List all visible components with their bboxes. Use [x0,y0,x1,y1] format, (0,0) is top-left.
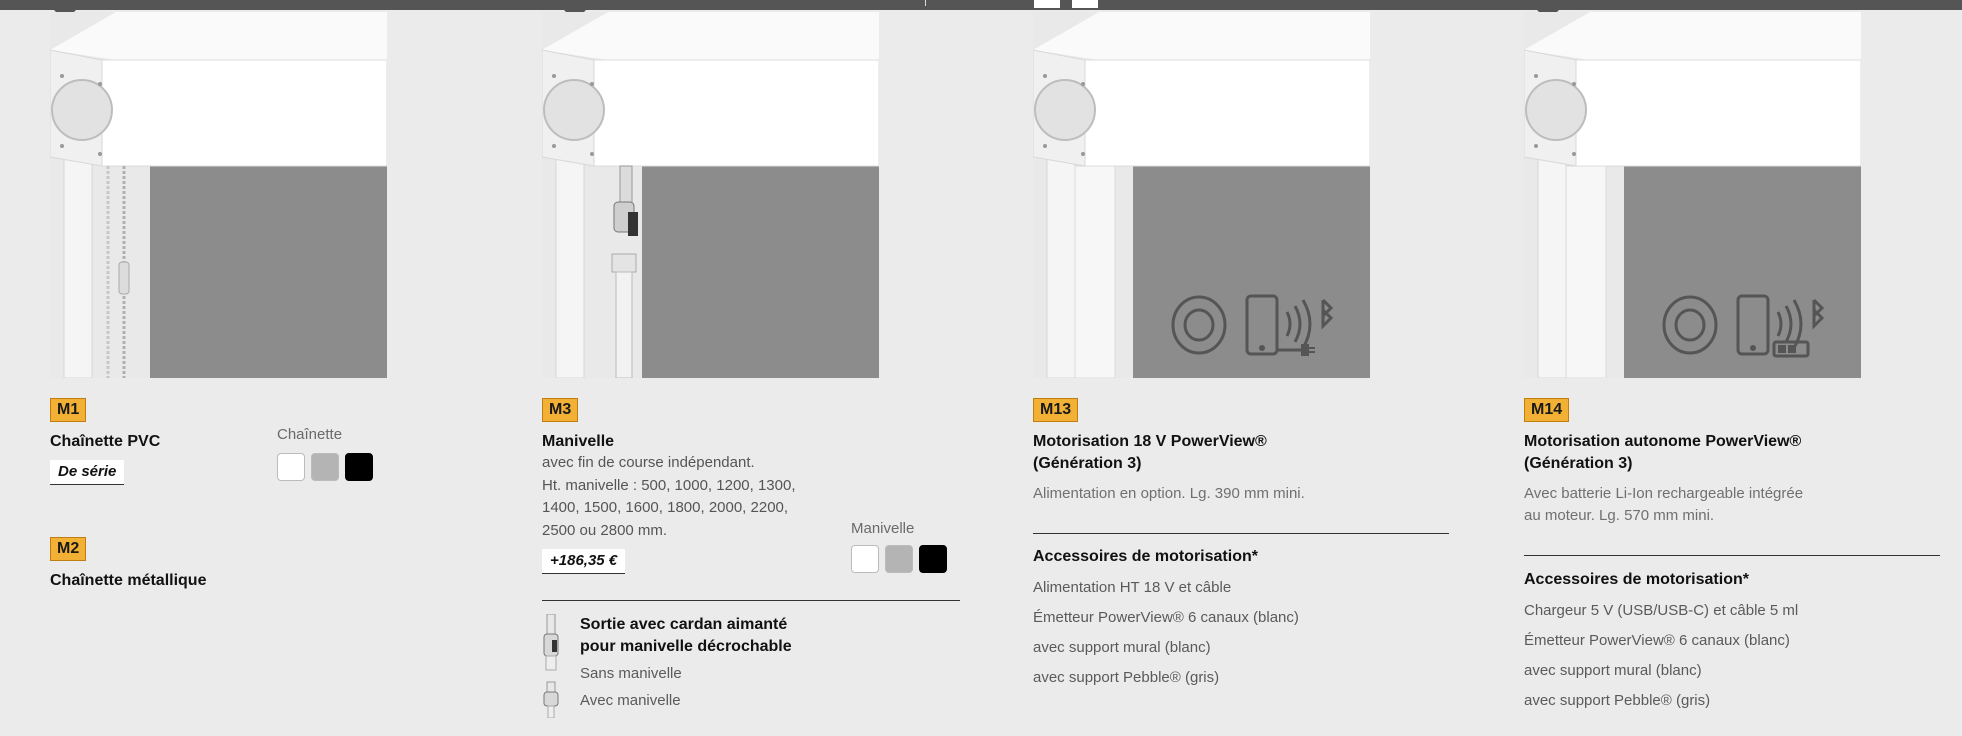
swatch-white[interactable] [851,545,879,573]
divider [1033,533,1449,534]
product-image-motor [1033,12,1370,378]
crank-joint-icon [540,613,562,719]
accessory-item: avec support Pebble® (gris) [1033,669,1220,686]
model-description: Avec batterie Li-Ion rechargeable intégr… [1524,483,1803,527]
standard-tag: De série [50,460,125,485]
description-line: Avec batterie Li-Ion rechargeable intégr… [1524,485,1804,502]
model-badge: M2 [50,537,87,561]
option-item: Avec manivelle [580,692,681,709]
accessories-title: Accessoires de motorisation* [1033,548,1258,565]
description-line: au moteur. Lg. 570 mm mini. [1524,507,1715,524]
column-m13: M13 Motorisation 18 V PowerView® (Généra… [1009,0,1469,736]
accessory-item: Émetteur PowerView® 6 canaux (blanc) [1033,609,1299,626]
description-line: 2500 ou 2800 mm. [542,521,668,539]
product-image-battery-motor [1524,12,1861,378]
product-image-crank [542,12,879,378]
model-badge: M13 [1033,398,1079,422]
title-line: Motorisation autonome PowerView® [1524,433,1802,450]
option-title-line: pour manivelle décrochable [580,638,792,655]
title-line: (Génération 3) [1524,455,1633,472]
color-swatches [851,545,947,573]
column-m3: M3 Manivelle avec fin de course indépend… [518,0,978,736]
model-badge: M1 [50,398,87,422]
swatch-black[interactable] [919,545,947,573]
model-title: Motorisation 18 V PowerView® (Génération… [1033,431,1267,475]
accessories-title: Accessoires de motorisation* [1524,571,1749,588]
model-title: Manivelle [542,433,615,450]
column-m1: M1 Chaînette PVC De série Chaînette M2 C… [26,0,486,736]
option-title: Sortie avec cardan aimanté pour manivell… [580,614,792,658]
model-description: avec fin de course indépendant. Ht. mani… [542,452,796,542]
swatch-label: Manivelle [851,520,915,537]
swatch-gray[interactable] [885,545,913,573]
swatch-gray[interactable] [311,453,339,481]
swatch-label: Chaînette [277,426,343,443]
model-badge: M14 [1524,398,1570,422]
swatch-white[interactable] [277,453,305,481]
accessory-item: Émetteur PowerView® 6 canaux (blanc) [1524,632,1790,649]
option-list: Sans manivelle Avec manivelle [580,660,682,714]
description-line: avec fin de course indépendant. [542,454,755,471]
accessory-item: avec support Pebble® (gris) [1524,692,1711,709]
accessory-item: Chargeur 5 V (USB/USB-C) et câble 5 ml [1524,602,1799,619]
accessory-item: avec support mural (blanc) [1524,662,1702,679]
divider [1524,555,1940,556]
title-line: Motorisation 18 V PowerView® [1033,433,1267,450]
product-image-chain [50,12,387,378]
model-title: Motorisation autonome PowerView® (Généra… [1524,431,1801,475]
column-m14: M14 Motorisation autonome PowerView® (Gé… [1500,0,1960,736]
model-title: Chaînette métallique [50,572,207,589]
model-description: Alimentation en option. Lg. 390 mm mini. [1033,485,1305,502]
accessories-list: Alimentation HT 18 V et câble Émetteur P… [1033,573,1299,693]
option-item: Sans manivelle [580,665,682,682]
accessories-list: Chargeur 5 V (USB/USB-C) et câble 5 ml É… [1524,596,1798,716]
title-line: (Génération 3) [1033,455,1142,472]
color-swatches [277,453,373,481]
model-title: Chaînette PVC [50,433,161,450]
description-line: 1400, 1500, 1600, 1800, 2000, 2200, [542,499,789,516]
price-tag: +186,35 € [542,549,626,574]
option-title-line: Sortie avec cardan aimanté [580,616,788,633]
divider [542,600,960,601]
accessory-item: avec support mural (blanc) [1033,639,1211,656]
swatch-black[interactable] [345,453,373,481]
accessory-item: Alimentation HT 18 V et câble [1033,579,1232,596]
model-badge: M3 [542,398,579,422]
description-line: Ht. manivelle : 500, 1000, 1200, 1300, [542,476,796,494]
